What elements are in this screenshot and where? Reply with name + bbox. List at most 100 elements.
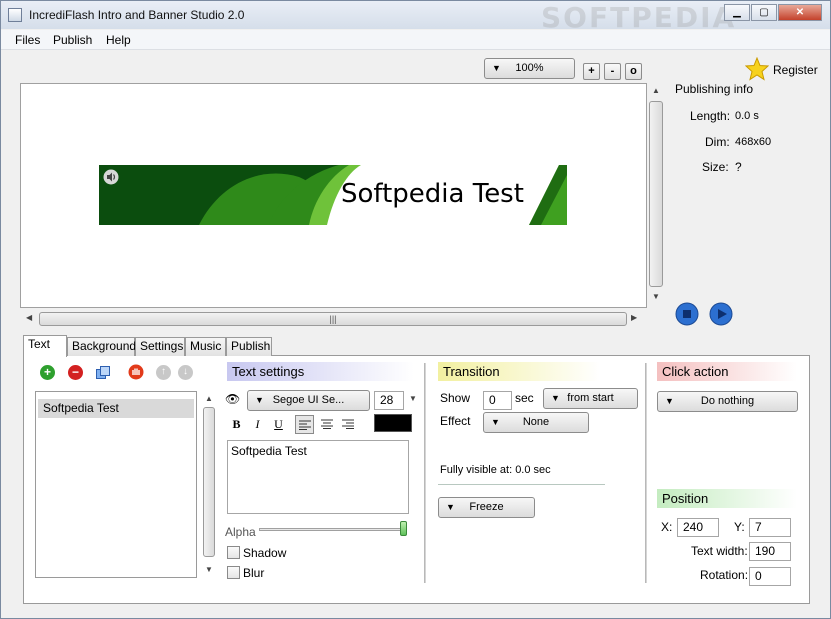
text-color-swatch[interactable] bbox=[374, 414, 412, 432]
rotation-input[interactable]: 0 bbox=[749, 567, 791, 586]
freeze-dropdown[interactable]: ▼ Freeze bbox=[438, 497, 535, 518]
alpha-slider-thumb[interactable] bbox=[400, 521, 407, 536]
divider bbox=[645, 363, 647, 583]
x-label: X: bbox=[661, 520, 673, 534]
freeze-value: Freeze bbox=[469, 501, 504, 513]
transition-header: Transition bbox=[438, 362, 600, 381]
zoom-reset-button[interactable]: o bbox=[625, 63, 642, 80]
click-action-dropdown[interactable]: ▼ Do nothing bbox=[657, 391, 798, 412]
rotation-label: Rotation: bbox=[700, 568, 749, 582]
tab-music[interactable]: Music bbox=[185, 337, 226, 356]
length-value: 0.0 s bbox=[735, 110, 759, 122]
scroll-down-icon[interactable]: ▼ bbox=[652, 292, 660, 301]
alpha-label: Alpha bbox=[225, 525, 256, 539]
menu-help[interactable]: Help bbox=[106, 33, 131, 47]
x-input[interactable]: 240 bbox=[677, 518, 719, 537]
tab-background[interactable]: Background bbox=[67, 337, 136, 356]
dropdown-arrow-icon: ▼ bbox=[446, 502, 455, 512]
menu-publish[interactable]: Publish bbox=[53, 33, 92, 47]
effect-dropdown[interactable]: ▼ None bbox=[483, 412, 589, 433]
fully-visible-text: Fully visible at: 0.0 sec bbox=[440, 464, 551, 476]
vertical-scrollbar[interactable]: ▲ ▼ bbox=[648, 83, 664, 306]
show-seconds-input[interactable]: 0 bbox=[483, 391, 512, 410]
text-list[interactable]: Softpedia Test bbox=[35, 391, 197, 578]
publishing-info-title: Publishing info bbox=[675, 82, 754, 96]
list-scrollbar[interactable]: ▲ ▼ bbox=[202, 391, 216, 578]
zoom-dropdown[interactable]: ▼ 100% bbox=[484, 58, 575, 79]
click-action-value: Do nothing bbox=[700, 395, 755, 407]
font-size-input[interactable]: 28 bbox=[374, 391, 404, 410]
list-scroll-thumb[interactable] bbox=[203, 407, 215, 557]
window-controls: ▁ ▢ ✕ bbox=[723, 4, 822, 21]
italic-button[interactable]: I bbox=[248, 415, 267, 434]
hand-icon[interactable] bbox=[128, 364, 144, 380]
minimize-button[interactable]: ▁ bbox=[724, 4, 750, 21]
horizontal-scrollbar[interactable]: ◀ ||| ▶ bbox=[20, 310, 647, 327]
font-dropdown[interactable]: ▼ Segoe UI Se... bbox=[247, 390, 370, 411]
vertical-scroll-thumb[interactable] bbox=[649, 101, 663, 287]
dropdown-arrow-icon: ▼ bbox=[665, 396, 674, 406]
blur-label: Blur bbox=[243, 566, 265, 580]
dropdown-arrow-icon: ▼ bbox=[255, 395, 264, 405]
divider bbox=[424, 363, 426, 583]
visibility-eye-icon[interactable]: 👁 bbox=[225, 392, 241, 406]
banner-text[interactable]: Softpedia Test bbox=[341, 179, 524, 209]
font-size-dropdown-icon[interactable]: ▼ bbox=[409, 394, 417, 403]
dim-label: Dim: bbox=[705, 135, 730, 149]
duplicate-icon[interactable] bbox=[96, 366, 110, 379]
tab-settings[interactable]: Settings bbox=[135, 337, 185, 356]
window-title: IncrediFlash Intro and Banner Studio 2.0 bbox=[29, 8, 245, 22]
scroll-up-icon[interactable]: ▲ bbox=[205, 394, 213, 403]
size-label: Size: bbox=[702, 160, 729, 174]
play-button[interactable] bbox=[709, 302, 733, 326]
effect-value: None bbox=[522, 416, 550, 428]
size-value: ? bbox=[735, 160, 742, 174]
text-width-input[interactable]: 190 bbox=[749, 542, 791, 561]
underline-button[interactable]: U bbox=[269, 415, 288, 434]
zoom-out-button[interactable]: - bbox=[604, 63, 621, 80]
dropdown-arrow-icon: ▼ bbox=[492, 63, 501, 73]
close-button[interactable]: ✕ bbox=[778, 4, 822, 21]
align-center-icon[interactable] bbox=[317, 415, 336, 434]
from-start-value: from start bbox=[567, 392, 614, 404]
text-content-input[interactable]: Softpedia Test bbox=[227, 440, 409, 514]
click-action-header: Click action bbox=[657, 362, 797, 381]
zoom-value: 100% bbox=[515, 62, 544, 74]
zoom-in-button[interactable]: + bbox=[583, 63, 600, 80]
scroll-right-icon[interactable]: ▶ bbox=[631, 313, 637, 322]
tab-publish[interactable]: Publish bbox=[226, 337, 272, 356]
scroll-down-icon[interactable]: ▼ bbox=[205, 565, 213, 574]
app-icon bbox=[8, 8, 22, 22]
add-text-icon[interactable]: + bbox=[40, 365, 55, 380]
show-label: Show bbox=[440, 391, 471, 405]
effect-label: Effect bbox=[440, 414, 471, 428]
scroll-left-icon[interactable]: ◀ bbox=[26, 313, 32, 322]
move-up-icon[interactable]: ↑ bbox=[156, 365, 171, 380]
y-input[interactable]: 7 bbox=[749, 518, 791, 537]
move-down-icon[interactable]: ↓ bbox=[178, 365, 193, 380]
align-right-icon[interactable] bbox=[338, 415, 357, 434]
horizontal-scroll-thumb[interactable]: ||| bbox=[39, 312, 627, 326]
scroll-up-icon[interactable]: ▲ bbox=[652, 86, 660, 95]
banner-preview[interactable]: Softpedia Test bbox=[99, 165, 567, 225]
bold-button[interactable]: B bbox=[227, 415, 246, 434]
font-value: Segoe UI Se... bbox=[272, 394, 345, 406]
from-start-dropdown[interactable]: ▼ from start bbox=[543, 388, 638, 409]
register-link[interactable]: Register bbox=[773, 63, 818, 77]
speaker-icon[interactable] bbox=[103, 169, 119, 185]
blur-checkbox[interactable] bbox=[227, 566, 240, 579]
remove-text-icon[interactable]: − bbox=[68, 365, 83, 380]
title-bar: IncrediFlash Intro and Banner Studio 2.0… bbox=[1, 1, 830, 34]
maximize-button[interactable]: ▢ bbox=[751, 4, 777, 21]
star-icon[interactable] bbox=[744, 56, 770, 81]
tab-text[interactable]: Text bbox=[23, 335, 67, 357]
text-content-value: Softpedia Test bbox=[231, 444, 307, 458]
dropdown-arrow-icon: ▼ bbox=[551, 393, 560, 403]
stop-button[interactable] bbox=[675, 302, 699, 326]
menu-files[interactable]: Files bbox=[15, 33, 40, 47]
align-left-icon[interactable] bbox=[295, 415, 314, 434]
alpha-slider-track[interactable] bbox=[259, 528, 406, 531]
list-item[interactable]: Softpedia Test bbox=[38, 399, 194, 418]
shadow-checkbox[interactable] bbox=[227, 546, 240, 559]
dropdown-arrow-icon: ▼ bbox=[491, 417, 500, 427]
